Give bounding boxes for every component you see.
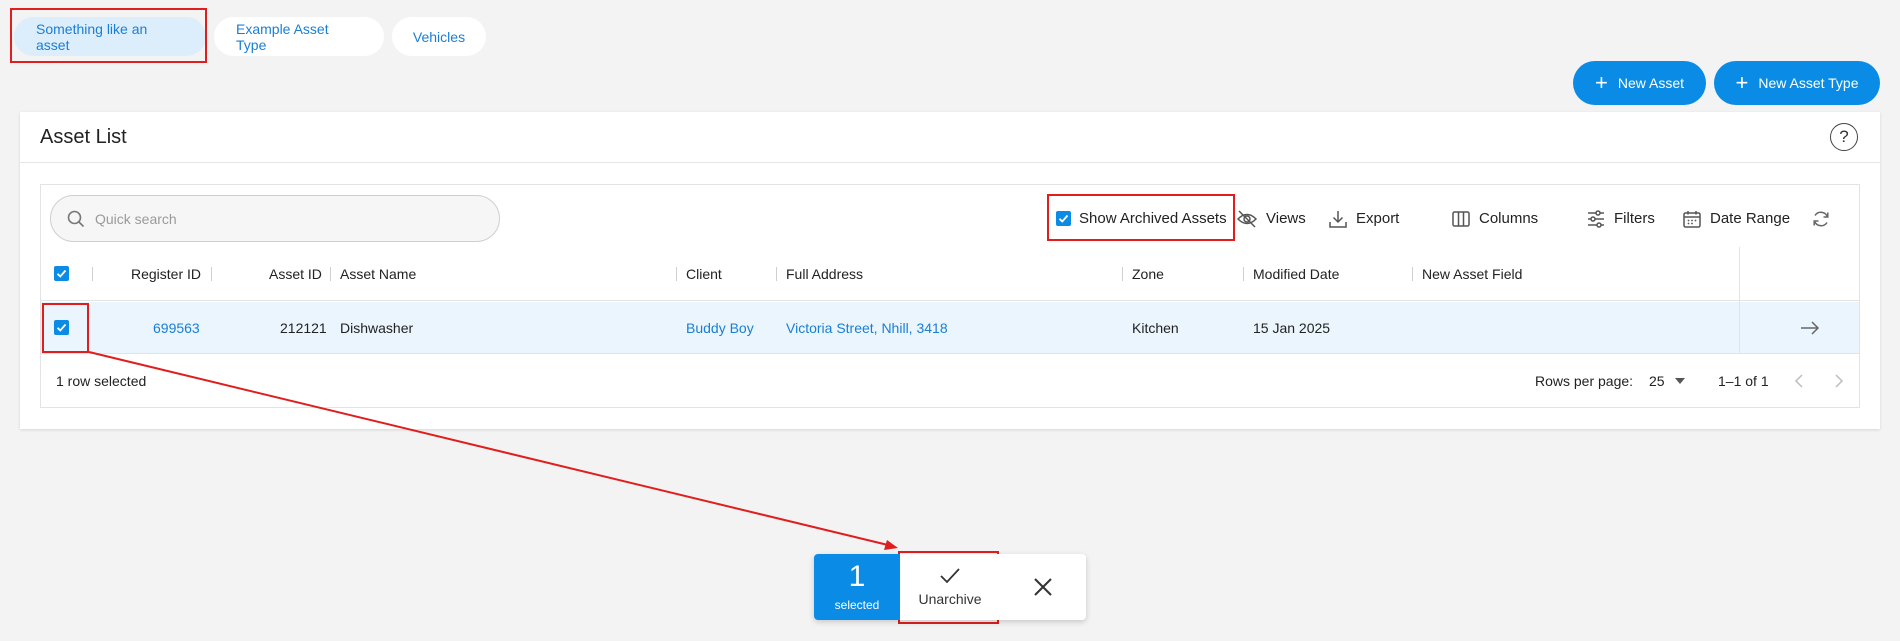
column-header-client[interactable]: Client bbox=[686, 247, 722, 300]
full-address-link[interactable]: Victoria Street, Nhill, 3418 bbox=[786, 302, 948, 353]
modified-date-cell: 15 Jan 2025 bbox=[1253, 319, 1331, 336]
column-header-register-id[interactable]: Register ID bbox=[131, 247, 201, 300]
asset-list-card: Asset List ? Show Archived Assets Views … bbox=[20, 112, 1880, 429]
show-archived-label: Show Archived Assets bbox=[1079, 210, 1227, 227]
rows-per-page-value: 25 bbox=[1649, 373, 1665, 389]
asset-id-cell: 212121 bbox=[280, 319, 327, 336]
page-title: Asset List bbox=[40, 125, 127, 148]
row-checkbox[interactable] bbox=[54, 320, 69, 335]
check-icon bbox=[940, 568, 960, 584]
column-separator bbox=[92, 267, 93, 281]
columns-icon bbox=[1452, 210, 1470, 227]
date-range-label: Date Range bbox=[1710, 210, 1791, 227]
show-archived-toggle[interactable]: Show Archived Assets bbox=[1056, 195, 1227, 242]
column-separator bbox=[776, 267, 777, 281]
search-input[interactable] bbox=[95, 210, 475, 227]
selection-count-text: 1 row selected bbox=[56, 373, 147, 389]
column-separator bbox=[330, 267, 331, 281]
clear-selection-button[interactable] bbox=[1000, 554, 1086, 620]
prev-page-button[interactable] bbox=[1794, 355, 1804, 407]
column-header-asset-name[interactable]: Asset Name bbox=[340, 247, 416, 300]
column-separator bbox=[1122, 267, 1123, 281]
table-footer: 1 row selected Rows per page: 25 1–1 of … bbox=[41, 355, 1859, 407]
check-icon bbox=[56, 269, 67, 278]
open-row-button[interactable] bbox=[1800, 302, 1820, 353]
column-separator bbox=[211, 267, 212, 281]
zone-cell: Kitchen bbox=[1132, 319, 1179, 336]
tab-example-asset-type[interactable]: Example Asset Type bbox=[214, 17, 384, 56]
plus-icon: + bbox=[1595, 70, 1608, 95]
selected-count-label: selected bbox=[834, 598, 880, 612]
search-icon bbox=[67, 210, 85, 227]
column-header-new-asset-field[interactable]: New Asset Field bbox=[1422, 247, 1522, 300]
rows-per-page-label: Rows per page: bbox=[1535, 373, 1634, 389]
chevron-right-icon bbox=[1835, 374, 1844, 388]
filters-button[interactable]: Filters bbox=[1586, 195, 1655, 242]
new-asset-type-label: New Asset Type bbox=[1758, 75, 1859, 91]
selected-count: 1 bbox=[848, 560, 866, 593]
rows-per-page-select[interactable]: 25 bbox=[1649, 355, 1685, 407]
table-row[interactable]: 699563 212121 Dishwasher Buddy Boy Victo… bbox=[41, 302, 1859, 354]
asset-type-tabs: Something like an asset Example Asset Ty… bbox=[14, 17, 486, 56]
chevron-left-icon bbox=[1794, 374, 1803, 388]
sliders-icon bbox=[1588, 209, 1604, 228]
unarchive-label: Unarchive bbox=[918, 591, 982, 607]
new-asset-label: New Asset bbox=[1617, 75, 1684, 91]
date-range-button[interactable]: Date Range bbox=[1682, 195, 1790, 242]
table-header: Register ID Asset ID Asset Name Client F… bbox=[41, 247, 1859, 301]
columns-label: Columns bbox=[1479, 210, 1539, 227]
column-separator bbox=[1243, 267, 1244, 281]
column-header-full-address[interactable]: Full Address bbox=[786, 247, 863, 300]
selection-action-bar: 1 selected Unarchive bbox=[814, 554, 1086, 620]
arrow-right-icon bbox=[1801, 320, 1820, 335]
unarchive-button[interactable]: Unarchive bbox=[900, 554, 1000, 620]
plus-icon: + bbox=[1735, 70, 1749, 95]
columns-button[interactable]: Columns bbox=[1451, 195, 1538, 242]
column-separator bbox=[676, 267, 677, 281]
column-separator bbox=[1412, 267, 1413, 281]
calendar-icon bbox=[1683, 210, 1701, 228]
eye-off-icon bbox=[1236, 209, 1258, 228]
filters-label: Filters bbox=[1614, 210, 1655, 227]
column-header-asset-id[interactable]: Asset ID bbox=[269, 247, 322, 300]
column-header-modified-date[interactable]: Modified Date bbox=[1253, 247, 1339, 300]
close-icon bbox=[1034, 578, 1052, 596]
show-archived-checkbox[interactable] bbox=[1056, 211, 1071, 226]
export-label: Export bbox=[1356, 210, 1400, 227]
check-icon bbox=[56, 323, 67, 332]
caret-down-icon bbox=[1674, 378, 1685, 384]
pinned-column-divider bbox=[1739, 247, 1740, 354]
views-label: Views bbox=[1266, 210, 1306, 227]
new-asset-button[interactable]: + New Asset bbox=[1573, 61, 1706, 105]
help-icon[interactable]: ? bbox=[1830, 123, 1858, 151]
pagination-range: 1–1 of 1 bbox=[1718, 373, 1769, 389]
column-header-zone[interactable]: Zone bbox=[1132, 247, 1164, 300]
row-select-cell bbox=[54, 302, 69, 353]
register-id-link[interactable]: 699563 bbox=[153, 302, 200, 353]
card-header: Asset List ? bbox=[20, 112, 1880, 163]
select-all-cell bbox=[54, 247, 69, 300]
quick-search[interactable] bbox=[50, 195, 500, 242]
views-button[interactable]: Views bbox=[1236, 195, 1306, 242]
select-all-checkbox[interactable] bbox=[54, 266, 69, 281]
new-asset-type-button[interactable]: + New Asset Type bbox=[1714, 61, 1880, 105]
refresh-icon bbox=[1813, 211, 1829, 226]
asset-grid: Show Archived Assets Views Export Column… bbox=[40, 184, 1860, 408]
tab-something-like-an-asset[interactable]: Something like an asset bbox=[14, 17, 206, 56]
download-icon bbox=[1329, 210, 1347, 228]
asset-name-cell: Dishwasher bbox=[340, 319, 414, 336]
check-icon bbox=[1058, 214, 1069, 223]
selected-count-badge: 1 selected bbox=[814, 554, 900, 620]
client-link[interactable]: Buddy Boy bbox=[686, 302, 754, 353]
tab-vehicles[interactable]: Vehicles bbox=[392, 17, 486, 56]
export-button[interactable]: Export bbox=[1328, 195, 1399, 242]
next-page-button[interactable] bbox=[1834, 355, 1844, 407]
refresh-button[interactable] bbox=[1811, 195, 1831, 242]
